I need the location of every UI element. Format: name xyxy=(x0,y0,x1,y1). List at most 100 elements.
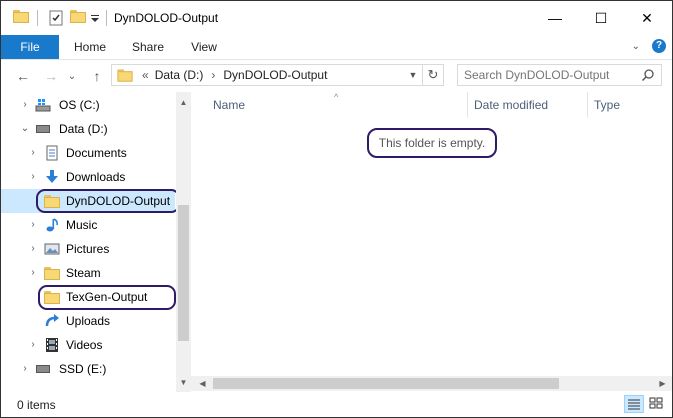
navigation-pane: › OS (C:) ⌄ Data (D:) › Documents › Down… xyxy=(1,92,191,392)
tree-item-steam[interactable]: › Steam xyxy=(1,261,175,285)
music-icon xyxy=(44,217,60,233)
details-view-button[interactable] xyxy=(624,395,644,413)
column-header-date-modified[interactable]: Date modified xyxy=(474,98,548,112)
tab-view[interactable]: View xyxy=(183,35,225,59)
up-arrow-icon: ↑ xyxy=(93,68,101,84)
breadcrumb-overflow[interactable]: « xyxy=(142,68,149,82)
highlight-outline-dyndolod xyxy=(36,189,180,213)
column-header-name[interactable]: Name xyxy=(213,98,245,112)
maximize-button[interactable]: ☐ xyxy=(578,1,624,35)
expand-chevron-icon[interactable]: › xyxy=(28,244,38,254)
tree-item-documents[interactable]: › Documents xyxy=(1,141,175,165)
column-divider[interactable] xyxy=(587,92,588,118)
customize-toolbar-dropdown-icon[interactable] xyxy=(90,10,100,26)
column-divider[interactable] xyxy=(467,92,468,118)
back-button[interactable]: ← xyxy=(13,66,33,86)
tree-item-ssd-drive[interactable]: › SSD (E:) xyxy=(1,357,175,381)
column-header-type[interactable]: Type xyxy=(594,98,620,112)
window-folder-icon[interactable] xyxy=(13,10,29,26)
expand-chevron-icon[interactable]: › xyxy=(20,100,30,110)
tree-item-label: Videos xyxy=(66,338,103,352)
window-title: DynDOLOD-Output xyxy=(114,11,219,25)
navigation-bar: ← → ⌄ ↑ « Data (D:) › DynDOLOD-Output ▼ … xyxy=(1,60,672,92)
minimize-icon: — xyxy=(548,10,562,26)
explorer-window: DynDOLOD-Output — ☐ ✕ File Home Share Vi… xyxy=(0,0,673,418)
collapse-chevron-icon[interactable]: ⌄ xyxy=(20,124,30,134)
breadcrumb-current-folder[interactable]: DynDOLOD-Output xyxy=(223,68,327,82)
tree-item-label: Steam xyxy=(66,266,101,280)
ribbon: File Home Share View ⌄ ? xyxy=(1,35,672,60)
tree-item-data-drive[interactable]: ⌄ Data (D:) xyxy=(1,117,175,141)
scrollbar-thumb[interactable] xyxy=(213,378,559,389)
close-icon: ✕ xyxy=(641,9,653,26)
expand-chevron-icon[interactable]: › xyxy=(28,172,38,182)
downloads-icon xyxy=(44,169,60,185)
tree-item-label: Documents xyxy=(66,146,127,160)
minimize-button[interactable]: — xyxy=(532,1,578,35)
scroll-left-icon[interactable]: ◀ xyxy=(195,376,210,391)
toolbar-divider xyxy=(106,10,107,26)
tree-item-music[interactable]: › Music xyxy=(1,213,175,237)
tree-item-label: Uploads xyxy=(66,314,111,328)
sort-ascending-icon: ^ xyxy=(334,92,339,102)
properties-checkmark-icon[interactable] xyxy=(48,10,64,26)
folder-icon xyxy=(44,265,60,281)
close-button[interactable]: ✕ xyxy=(624,1,670,35)
address-folder-icon xyxy=(117,68,133,82)
address-bar[interactable]: « Data (D:) › DynDOLOD-Output ▼ ↻ xyxy=(111,64,444,86)
address-controls: ▼ ↻ xyxy=(404,65,443,85)
breadcrumb-data-drive[interactable]: Data (D:) xyxy=(155,68,204,82)
breadcrumb-chevron-icon[interactable]: › xyxy=(211,68,215,82)
navigation-pane-scrollbar[interactable]: ▲ ▼ xyxy=(176,92,191,392)
tab-file[interactable]: File xyxy=(1,35,59,59)
empty-folder-message: This folder is empty. xyxy=(367,128,497,158)
tree-item-label: Downloads xyxy=(66,170,126,184)
documents-icon xyxy=(44,145,60,161)
help-icon[interactable]: ? xyxy=(652,39,666,53)
chevron-down-icon: ⌄ xyxy=(67,70,77,82)
videos-icon xyxy=(44,337,60,353)
tree-item-os-drive[interactable]: › OS (C:) xyxy=(1,93,175,117)
expand-chevron-icon[interactable]: › xyxy=(28,340,38,350)
drive-icon xyxy=(35,121,51,137)
tree-item-downloads[interactable]: › Downloads xyxy=(1,165,175,189)
tree-item-label: Pictures xyxy=(66,242,110,256)
large-icons-view-icon xyxy=(649,397,663,409)
scroll-up-icon[interactable]: ▲ xyxy=(176,95,191,110)
forward-button[interactable]: → xyxy=(41,66,61,86)
tab-home[interactable]: Home xyxy=(67,35,113,59)
search-input[interactable] xyxy=(464,67,634,83)
scrollbar-thumb[interactable] xyxy=(178,205,189,341)
item-count: 0 items xyxy=(17,398,56,412)
expand-chevron-icon[interactable]: › xyxy=(28,220,38,230)
expand-chevron-icon[interactable]: › xyxy=(20,364,30,374)
up-button[interactable]: ↑ xyxy=(87,66,107,86)
tree-item-videos[interactable]: › Videos xyxy=(1,333,175,357)
quick-access-toolbar xyxy=(1,1,107,35)
scroll-right-icon[interactable]: ▶ xyxy=(655,376,670,391)
title-bar: DynDOLOD-Output — ☐ ✕ xyxy=(1,1,672,35)
highlight-outline-texgen xyxy=(38,285,176,310)
recent-locations-button[interactable]: ⌄ xyxy=(65,66,79,86)
search-icon[interactable] xyxy=(641,68,655,82)
expand-chevron-icon[interactable]: › xyxy=(28,268,38,278)
file-list: ^ Name Date modified Type This folder is… xyxy=(191,92,672,392)
expand-ribbon-icon[interactable]: ⌄ xyxy=(632,41,640,52)
tree-item-label: Data (D:) xyxy=(59,122,108,136)
details-view-icon xyxy=(628,399,640,410)
tab-share[interactable]: Share xyxy=(125,35,171,59)
new-folder-icon[interactable] xyxy=(70,10,86,26)
uploads-icon xyxy=(44,313,60,329)
expand-chevron-icon[interactable]: › xyxy=(28,148,38,158)
tree-item-pictures[interactable]: › Pictures xyxy=(1,237,175,261)
search-box[interactable] xyxy=(457,64,662,86)
pictures-icon xyxy=(44,241,60,257)
scroll-down-icon[interactable]: ▼ xyxy=(176,375,191,390)
status-bar: 0 items xyxy=(1,392,672,417)
tree-item-uploads[interactable]: Uploads xyxy=(1,309,175,333)
tree-item-label: SSD (E:) xyxy=(59,362,107,376)
refresh-icon[interactable]: ↻ xyxy=(422,65,443,85)
large-icons-view-button[interactable] xyxy=(647,395,667,413)
file-list-horizontal-scrollbar[interactable]: ◀ ▶ xyxy=(191,376,672,391)
address-dropdown-icon[interactable]: ▼ xyxy=(404,70,422,80)
